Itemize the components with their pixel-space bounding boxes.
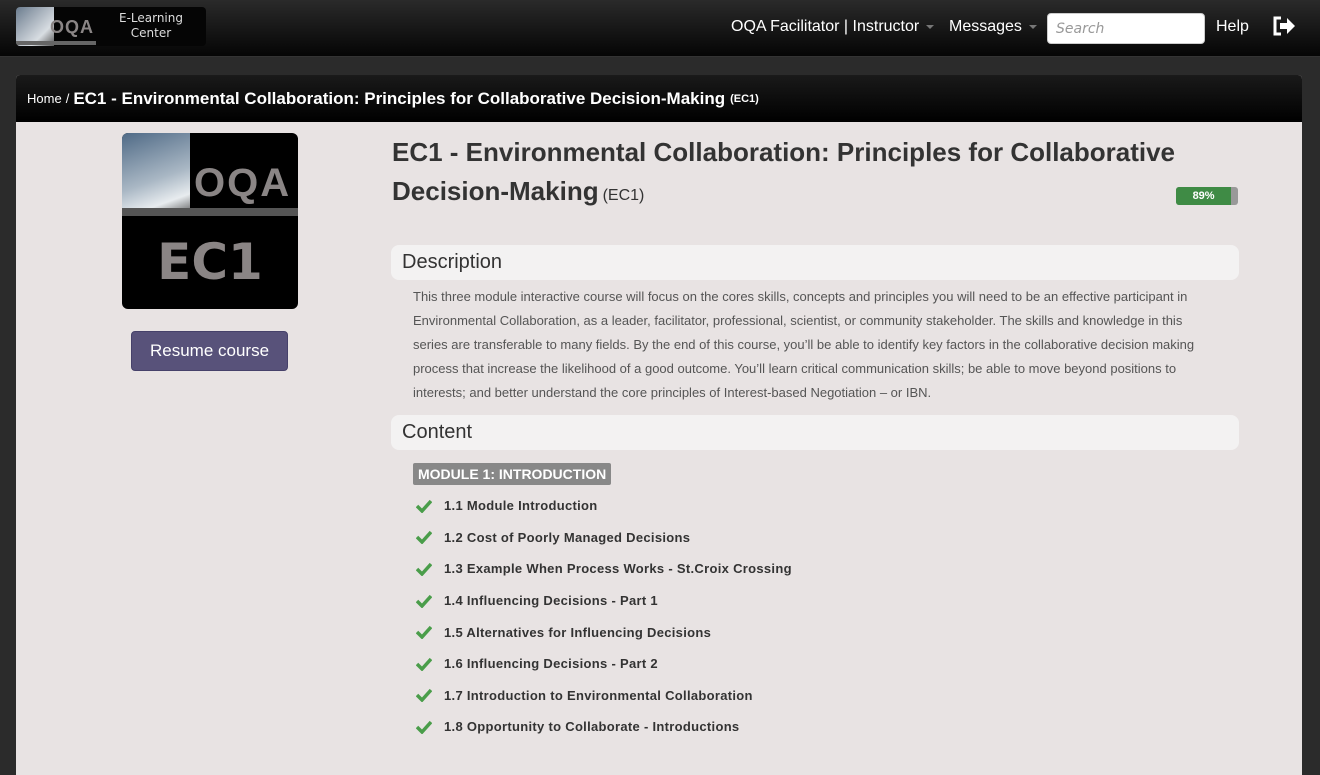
description-heading: Description [391, 245, 1239, 280]
lesson-item[interactable]: 1.7 Introduction to Environmental Collab… [416, 680, 1239, 712]
content-heading: Content [391, 415, 1239, 450]
lesson-label: 1.6 Influencing Decisions - Part 2 [444, 656, 658, 672]
course-details: EC1 - Environmental Collaboration: Princ… [391, 133, 1239, 743]
breadcrumb-code: (EC1) [730, 92, 759, 105]
lesson-item[interactable]: 1.1 Module Introduction [416, 490, 1239, 522]
messages-menu[interactable]: Messages [949, 0, 1037, 54]
messages-label: Messages [949, 18, 1022, 35]
lesson-label: 1.5 Alternatives for Influencing Decisio… [444, 624, 712, 640]
logo-stripe [16, 41, 96, 45]
lesson-item[interactable]: 1.4 Influencing Decisions - Part 1 [416, 585, 1239, 617]
page-title: EC1 - Environmental Collaboration: Princ… [391, 133, 1239, 215]
thumbnail-code: EC1 [157, 233, 263, 291]
description-text: This three module interactive course wil… [413, 289, 1195, 400]
progress-bar: 89% [1176, 187, 1238, 205]
lesson-label: 1.8 Opportunity to Collaborate - Introdu… [444, 719, 740, 735]
module-title: MODULE 1: INTRODUCTION [413, 463, 612, 485]
lesson-label: 1.1 Module Introduction [444, 498, 598, 514]
check-icon [416, 657, 432, 671]
breadcrumb: Home / EC1 - Environmental Collaboration… [16, 75, 1302, 122]
course-title: EC1 - Environmental Collaboration: Princ… [392, 137, 1176, 206]
course-code: (EC1) [602, 187, 645, 204]
site-logo[interactable]: OQA E-Learning Center [16, 7, 206, 46]
lesson-item[interactable]: 1.2 Cost of Poorly Managed Decisions [416, 522, 1239, 554]
top-navbar: OQA E-Learning Center OQA Facilitator | … [0, 0, 1320, 57]
progress-fill: 89% [1176, 187, 1232, 205]
resume-course-button[interactable]: Resume course [131, 331, 288, 371]
search-input[interactable] [1047, 13, 1205, 44]
check-icon [416, 626, 432, 640]
lesson-label: 1.4 Influencing Decisions - Part 1 [444, 593, 658, 609]
thumbnail-stripe [122, 208, 298, 216]
course-panel: Home / EC1 - Environmental Collaboration… [16, 75, 1302, 775]
lesson-label: 1.7 Introduction to Environmental Collab… [444, 687, 753, 703]
check-icon [416, 531, 432, 545]
lesson-list: 1.1 Module Introduction 1.2 Cost of Poorl… [416, 490, 1239, 743]
course-thumbnail: OQA EC1 [122, 133, 298, 309]
sign-out-icon[interactable] [1272, 15, 1296, 37]
check-icon [416, 562, 432, 576]
lesson-item[interactable]: 1.6 Influencing Decisions - Part 2 [416, 648, 1239, 680]
caret-down-icon [1028, 25, 1037, 29]
check-icon [416, 594, 432, 608]
check-icon [416, 499, 432, 513]
logo-text: E-Learning Center [118, 11, 183, 40]
user-menu[interactable]: OQA Facilitator | Instructor [731, 0, 935, 54]
breadcrumb-current: EC1 - Environmental Collaboration: Princ… [73, 88, 726, 108]
breadcrumb-separator: / [65, 91, 70, 106]
breadcrumb-home[interactable]: Home [27, 91, 62, 106]
logo-mark: OQA [50, 17, 95, 37]
lesson-label: 1.3 Example When Process Works - St.Croi… [444, 561, 792, 577]
caret-down-icon [926, 25, 935, 29]
lesson-item[interactable]: 1.8 Opportunity to Collaborate - Introdu… [416, 711, 1239, 743]
check-icon [416, 689, 432, 703]
check-icon [416, 720, 432, 734]
thumbnail-photo [122, 133, 190, 215]
user-menu-label: OQA Facilitator | Instructor [731, 18, 920, 35]
lesson-label: 1.2 Cost of Poorly Managed Decisions [444, 529, 691, 545]
lesson-item[interactable]: 1.3 Example When Process Works - St.Croi… [416, 553, 1239, 585]
lesson-item[interactable]: 1.5 Alternatives for Influencing Decisio… [416, 616, 1239, 648]
thumbnail-mark: OQA [194, 161, 292, 205]
help-link[interactable]: Help [1216, 0, 1249, 54]
